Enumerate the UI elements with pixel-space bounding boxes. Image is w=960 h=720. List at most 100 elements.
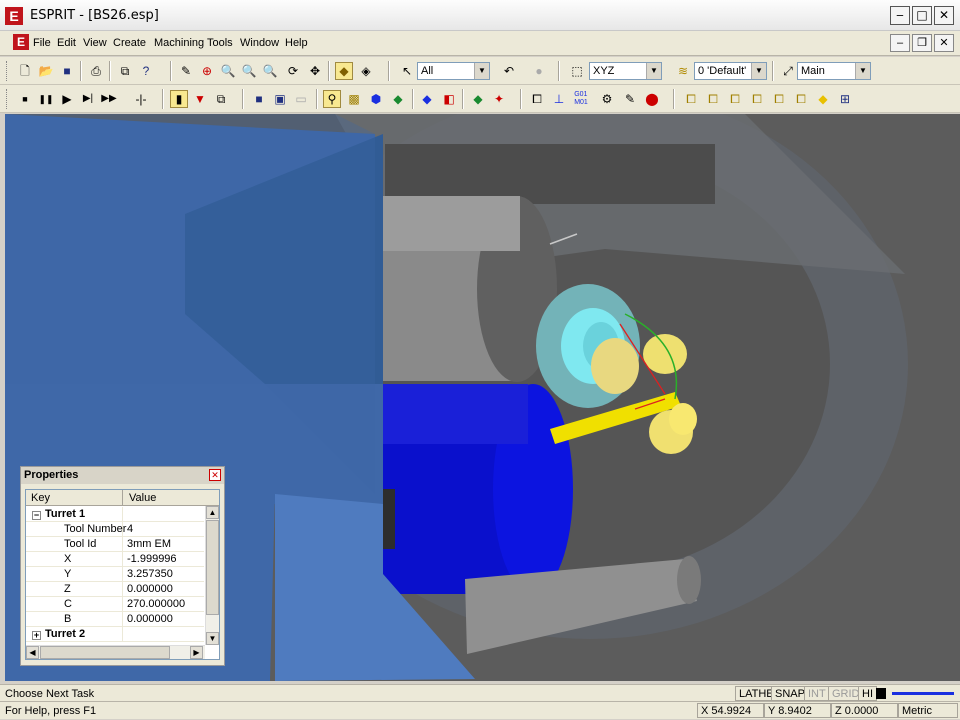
table-row[interactable]: B 0.000000 (26, 612, 204, 627)
pencil-icon[interactable]: ✎ (177, 62, 195, 80)
hi-mode[interactable]: HI (858, 686, 877, 701)
open-folder-icon[interactable]: 📂 (37, 62, 55, 80)
menu-machining[interactable]: Machining (154, 37, 204, 49)
table-row[interactable]: C 270.000000 (26, 597, 204, 612)
scroll-left-icon[interactable]: ◀ (26, 646, 39, 659)
color-swatch[interactable] (876, 688, 886, 699)
group-row-turret-2[interactable]: + Turret 2 (26, 627, 204, 642)
menu-view[interactable]: View (83, 37, 107, 49)
simulation-mode-icon[interactable]: ⚲ (323, 90, 341, 108)
int-mode[interactable]: INT (804, 686, 830, 701)
vertical-scrollbar[interactable]: ▲ ▼ (205, 506, 219, 645)
right-view-icon[interactable]: ⧠ (748, 90, 766, 108)
row-value[interactable]: 3.257350 (124, 567, 173, 580)
shaded-view-icon[interactable]: ◆ (335, 62, 353, 80)
line-style-indicator[interactable] (892, 692, 954, 695)
zoom-window-icon[interactable]: ⊕ (198, 62, 216, 80)
graphics-viewport[interactable]: Properties ✕ Key Value − Turret 1 Tool Nu… (5, 114, 960, 681)
wireframe-view-icon[interactable]: ◈ (357, 62, 375, 80)
maximize-button[interactable]: □ (912, 6, 932, 25)
cube-icon[interactable]: ⧠ (528, 90, 546, 108)
layers-icon[interactable]: ≋ (674, 62, 692, 80)
row-value[interactable]: 270.000000 (124, 597, 185, 610)
row-value[interactable]: -1.999996 (124, 552, 177, 565)
iso-view-icon[interactable]: ⧠ (682, 90, 700, 108)
menu-window[interactable]: Window (240, 37, 279, 49)
rotate-icon[interactable]: ⟳ (284, 62, 302, 80)
row-value[interactable]: 0.000000 (124, 612, 173, 625)
table-row[interactable]: Y 3.257350 (26, 567, 204, 582)
menu-edit[interactable]: Edit (57, 37, 76, 49)
menu-create[interactable]: Create (113, 37, 146, 49)
table-row[interactable]: Tool Number 4 (26, 522, 204, 537)
selection-filter-select[interactable]: All ▼ (417, 62, 490, 80)
axes-icon[interactable]: ⊥ (550, 90, 568, 108)
marker-icon[interactable]: ⬤ (643, 90, 661, 108)
save-simulation-icon[interactable]: ■ (250, 90, 268, 108)
solid-icon[interactable]: ⬢ (367, 90, 385, 108)
save-icon[interactable]: ■ (58, 62, 76, 80)
work-plane-select[interactable]: XYZ ▼ (589, 62, 662, 80)
table-row[interactable]: Tool Id 3mm EM (26, 537, 204, 552)
column-key[interactable]: Key (26, 490, 123, 506)
menu-file[interactable]: File (33, 37, 51, 49)
layer-select[interactable]: 0 'Default' ▼ (694, 62, 767, 80)
slider-icon[interactable]: -|- (132, 90, 150, 108)
collision-icon[interactable]: ✦ (490, 90, 508, 108)
table-row[interactable]: Z 0.000000 (26, 582, 204, 597)
back-view-icon[interactable]: ⧠ (792, 90, 810, 108)
front-view-icon[interactable]: ⧠ (726, 90, 744, 108)
tool-holder-icon[interactable]: ▮ (170, 90, 188, 108)
doc-minimize-button[interactable]: ‒ (890, 34, 910, 52)
pan-icon[interactable]: ✥ (306, 62, 324, 80)
pause-icon[interactable]: ❚❚ (37, 90, 55, 108)
esprit-app-icon[interactable]: E (5, 7, 23, 25)
menu-tools[interactable]: Tools (207, 37, 233, 49)
play-icon[interactable]: ▶ (58, 90, 76, 108)
toolpath-icon[interactable]: ⧉ (212, 90, 230, 108)
scroll-down-icon[interactable]: ▼ (206, 632, 219, 645)
stock-icon[interactable]: ▩ (345, 90, 363, 108)
compare-icon[interactable]: ◧ (440, 90, 458, 108)
zoom-out-icon[interactable]: 🔍 (240, 62, 258, 80)
scroll-thumb[interactable] (206, 520, 219, 615)
tool-icon[interactable]: ▼ (191, 90, 209, 108)
scroll-thumb[interactable] (40, 646, 170, 659)
gcode-icon[interactable]: G01 M01 (572, 90, 590, 108)
doc-close-button[interactable]: ✕ (934, 34, 954, 52)
horizontal-scrollbar[interactable]: ◀ ▶ (26, 645, 205, 659)
group-row-turret-1[interactable]: − Turret 1 (26, 507, 204, 522)
top-view-icon[interactable]: ⧠ (704, 90, 722, 108)
row-value[interactable]: 0.000000 (124, 582, 173, 595)
left-view-icon[interactable]: ⧠ (770, 90, 788, 108)
print-icon[interactable]: ⎙ (87, 62, 105, 80)
undo-icon[interactable]: ↶ (500, 62, 518, 80)
close-icon[interactable]: ✕ (209, 469, 221, 481)
copy-icon[interactable]: ⧉ (116, 62, 134, 80)
menu-help[interactable]: Help (285, 37, 308, 49)
stop-simulation-icon[interactable]: ■ (16, 90, 34, 108)
table-row[interactable]: X -1.999996 (26, 552, 204, 567)
new-file-icon[interactable]: 🗋 (16, 62, 34, 80)
work-plane-icon[interactable]: ⬚ (568, 62, 586, 80)
zoom-in-icon[interactable]: 🔍 (219, 62, 237, 80)
view-select[interactable]: Main ▼ (797, 62, 871, 80)
row-value[interactable]: 4 (124, 522, 133, 535)
document-icon[interactable]: E (13, 34, 29, 50)
bottom-view-icon[interactable]: ◆ (814, 90, 832, 108)
expand-icon[interactable]: + (32, 631, 41, 640)
fixture-icon[interactable]: ◆ (389, 90, 407, 108)
scroll-right-icon[interactable]: ▶ (190, 646, 203, 659)
column-value[interactable]: Value (124, 490, 156, 504)
row-value[interactable]: 3mm EM (124, 537, 171, 550)
part-icon[interactable]: ◆ (418, 90, 436, 108)
context-help-icon[interactable]: ? (137, 62, 155, 80)
comment-icon[interactable]: ▭ (292, 90, 310, 108)
doc-restore-button[interactable]: ❐ (912, 34, 932, 52)
export-icon[interactable]: ▣ (271, 90, 289, 108)
scroll-up-icon[interactable]: ▲ (206, 506, 219, 519)
step-icon[interactable]: ▶| (79, 90, 97, 108)
select-pointer-icon[interactable]: ↖ (398, 62, 416, 80)
settings-icon[interactable]: ⚙ (598, 90, 616, 108)
stop-icon[interactable]: ● (530, 62, 548, 80)
